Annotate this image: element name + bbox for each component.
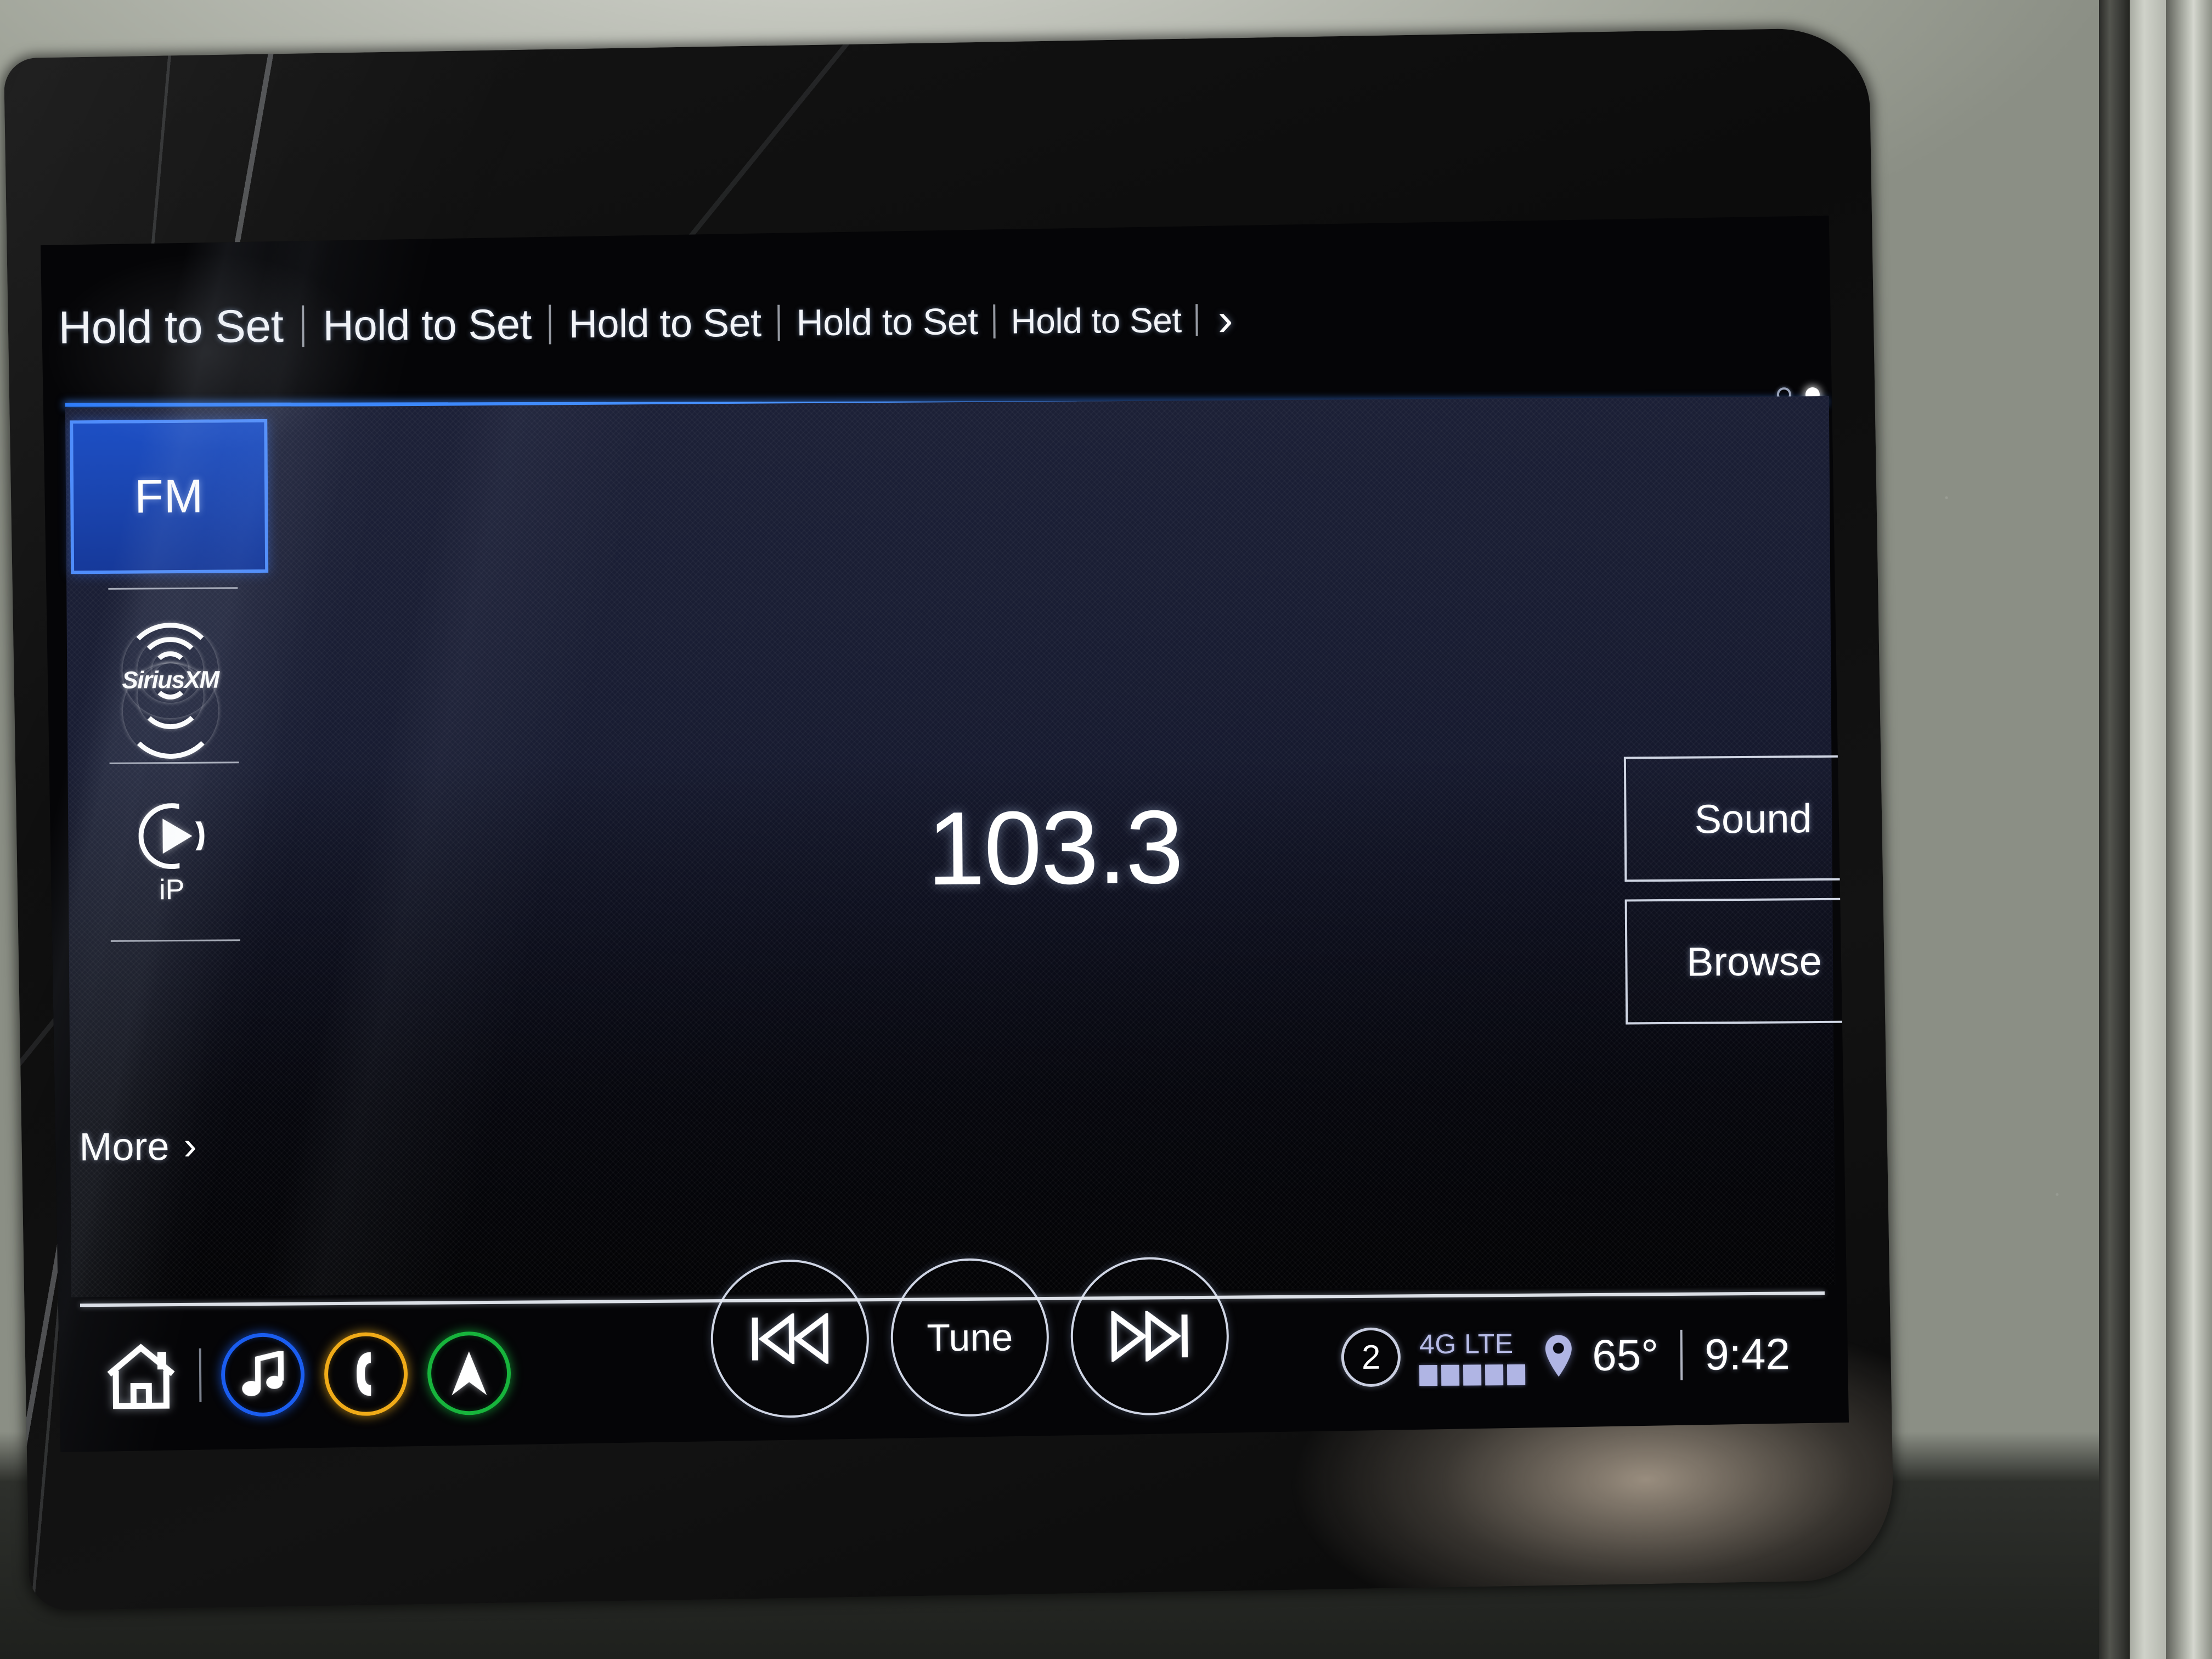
status-divider	[1680, 1329, 1683, 1380]
preset-button-2[interactable]: Hold to Set	[323, 299, 532, 351]
preset-button-1[interactable]: Hold to Set	[58, 299, 284, 354]
profile-number: 2	[1361, 1338, 1381, 1376]
signal-bar	[1485, 1364, 1504, 1385]
network-label: 4G LTE	[1419, 1328, 1514, 1359]
dashboard-trim-light	[2130, 0, 2166, 1659]
infotainment-screen[interactable]: Hold to Set Hold to Set Hold to Set Hold…	[40, 216, 1849, 1452]
browse-button-label: Browse	[1686, 938, 1822, 985]
sidebar-divider-3	[110, 939, 240, 942]
preset-divider	[302, 304, 304, 347]
network-status: 4G LTE	[1419, 1327, 1526, 1386]
sound-button[interactable]: Sound	[1623, 755, 1849, 882]
preset-divider	[993, 303, 996, 338]
preset-row: Hold to Set Hold to Set Hold to Set Hold…	[41, 216, 1832, 410]
signal-bar	[1441, 1364, 1460, 1386]
phone-handset-icon	[357, 1352, 371, 1396]
preset-divider	[1195, 303, 1198, 336]
sidebar-item-fm-label: FM	[134, 470, 204, 523]
status-bar-info: 2 4G LTE 65° 9:42	[1341, 1324, 1790, 1387]
shortcut-music-button[interactable]	[221, 1333, 305, 1417]
outside-temperature: 65°	[1592, 1330, 1659, 1380]
preset-button-5[interactable]: Hold to Set	[1011, 299, 1182, 341]
profile-badge[interactable]: 2	[1341, 1327, 1401, 1387]
dashboard-trim-edge	[2166, 0, 2212, 1659]
status-bar-shortcuts	[103, 1331, 511, 1418]
status-bar-separator	[199, 1348, 202, 1402]
sidebar-item-iheartradio[interactable]: iP	[72, 786, 271, 924]
station-frequency: 103.3	[926, 789, 1183, 907]
source-sidebar: FM SiriusXM iP More ›	[70, 417, 295, 1296]
shortcut-phone-button[interactable]	[324, 1332, 408, 1417]
signal-bar	[1507, 1364, 1526, 1385]
preset-divider	[777, 304, 780, 341]
sidebar-divider-1	[108, 587, 238, 590]
browse-button[interactable]: Browse	[1624, 898, 1849, 1025]
shortcut-navigation-button[interactable]	[427, 1331, 511, 1415]
sound-button-label: Sound	[1694, 795, 1812, 842]
preset-button-4[interactable]: Hold to Set	[796, 300, 978, 343]
preset-button-3[interactable]: Hold to Set	[569, 300, 761, 346]
chevron-right-icon: ›	[183, 1124, 197, 1169]
clock: 9:42	[1704, 1329, 1791, 1379]
sidebar-more-button[interactable]: More ›	[79, 1124, 197, 1170]
sidebar-item-ip-label: iP	[159, 873, 185, 906]
siriusxm-logo-icon: SiriusXM	[104, 622, 236, 759]
signal-bar	[1419, 1364, 1438, 1386]
preset-next-page-chevron-icon[interactable]: ›	[1217, 293, 1233, 345]
sidebar-item-siriusxm[interactable]: SiriusXM	[71, 612, 270, 759]
preset-divider	[549, 304, 552, 344]
music-note-icon	[242, 1351, 284, 1397]
sidebar-item-fm[interactable]: FM	[70, 419, 269, 574]
signal-bar	[1463, 1364, 1482, 1386]
right-button-stack: Sound Browse	[1623, 755, 1849, 1025]
location-pin-icon	[1545, 1335, 1572, 1377]
dashboard-trim-dark	[2099, 0, 2130, 1659]
home-icon[interactable]	[103, 1340, 180, 1412]
navigation-arrow-icon	[452, 1351, 487, 1396]
iheartradio-icon	[138, 803, 205, 870]
more-label: More	[79, 1125, 170, 1170]
sidebar-divider-2	[109, 761, 239, 764]
signal-strength-icon	[1419, 1364, 1526, 1386]
